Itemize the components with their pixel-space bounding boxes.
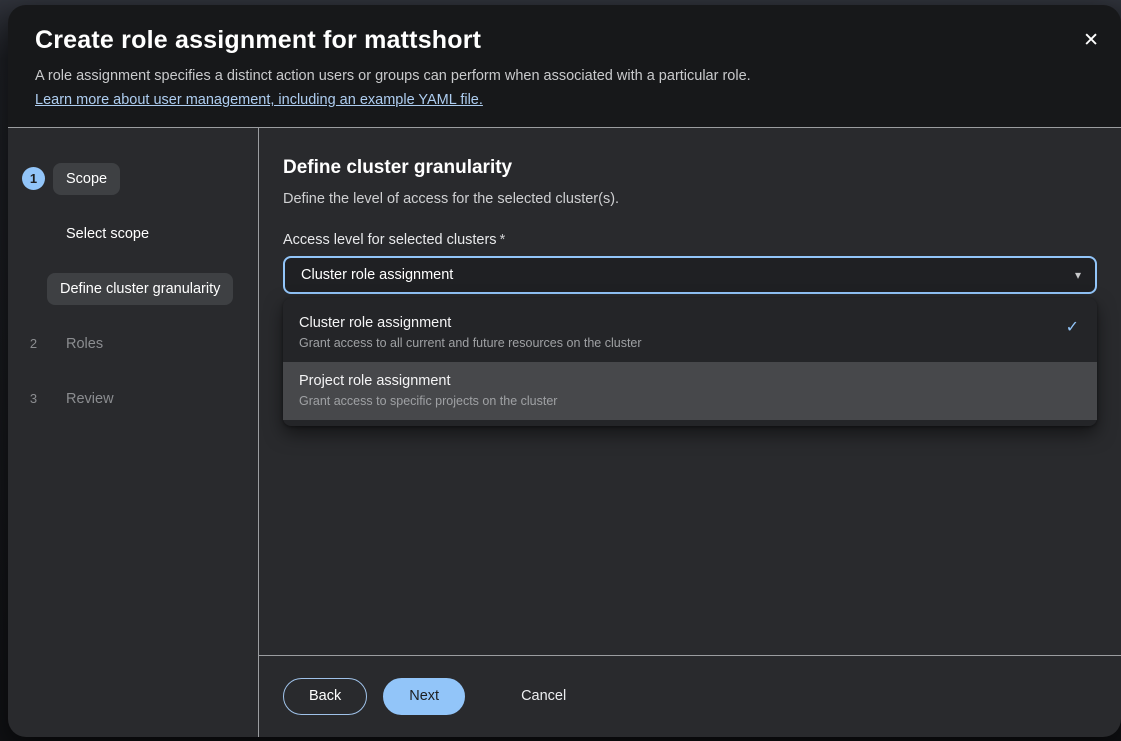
step-number-badge: 3 — [22, 387, 45, 410]
create-role-assignment-modal: Create role assignment for mattshort A r… — [8, 5, 1121, 737]
option-description: Grant access to specific projects on the… — [299, 394, 557, 408]
wizard-step-roles[interactable]: 2 Roles — [22, 316, 244, 371]
step-label: Review — [53, 383, 127, 415]
modal-header: Create role assignment for mattshort A r… — [8, 5, 1121, 128]
option-text: Cluster role assignment Grant access to … — [299, 315, 642, 350]
page-title: Define cluster granularity — [283, 157, 1097, 179]
option-title: Project role assignment — [299, 373, 557, 389]
wizard-substep-select-scope[interactable]: Select scope — [22, 206, 244, 261]
modal-title: Create role assignment for mattshort — [35, 26, 1061, 55]
modal-body: 1 Scope Select scope Define cluster gran… — [8, 128, 1121, 737]
wizard-step-review[interactable]: 3 Review — [22, 371, 244, 426]
field-label: Access level for selected clusters* — [283, 232, 1097, 248]
option-text: Project role assignment Grant access to … — [299, 373, 557, 408]
step-label: Roles — [53, 328, 116, 360]
option-project-role-assignment[interactable]: Project role assignment Grant access to … — [283, 362, 1097, 420]
learn-more-link[interactable]: Learn more about user management, includ… — [35, 92, 483, 108]
back-button[interactable]: Back — [283, 678, 367, 715]
substep-label-current: Define cluster granularity — [47, 273, 233, 305]
wizard-substep-define-cluster-granularity[interactable]: Define cluster granularity — [22, 261, 244, 316]
modal-description: A role assignment specifies a distinct a… — [35, 68, 1061, 84]
step-number-badge: 2 — [22, 332, 45, 355]
wizard-nav: 1 Scope Select scope Define cluster gran… — [8, 128, 259, 737]
next-button[interactable]: Next — [383, 678, 465, 715]
option-description: Grant access to all current and future r… — [299, 336, 642, 350]
page-description: Define the level of access for the selec… — [283, 191, 1097, 207]
substep-label: Select scope — [53, 218, 162, 250]
access-level-select[interactable]: Cluster role assignment ▾ — [283, 256, 1097, 294]
access-level-dropdown-menu: Cluster role assignment Grant access to … — [283, 298, 1097, 426]
option-cluster-role-assignment[interactable]: Cluster role assignment Grant access to … — [283, 304, 1097, 362]
option-title: Cluster role assignment — [299, 315, 642, 331]
access-level-field: Access level for selected clusters* Clus… — [283, 232, 1097, 426]
wizard-step-scope[interactable]: 1 Scope — [22, 151, 244, 206]
content-main: Define cluster granularity Define the le… — [259, 128, 1121, 655]
select-value: Cluster role assignment — [301, 267, 453, 283]
cancel-button[interactable]: Cancel — [505, 679, 582, 714]
step-number-badge: 1 — [22, 167, 45, 190]
modal-footer: Back Next Cancel — [259, 655, 1121, 737]
close-icon[interactable]: ✕ — [1083, 31, 1099, 50]
step-label: Scope — [53, 163, 120, 195]
check-icon: ✓ — [1066, 317, 1079, 336]
field-label-text: Access level for selected clusters — [283, 232, 497, 248]
content-column: Define cluster granularity Define the le… — [259, 128, 1121, 737]
required-indicator: * — [500, 232, 506, 248]
chevron-down-icon: ▾ — [1075, 269, 1081, 281]
